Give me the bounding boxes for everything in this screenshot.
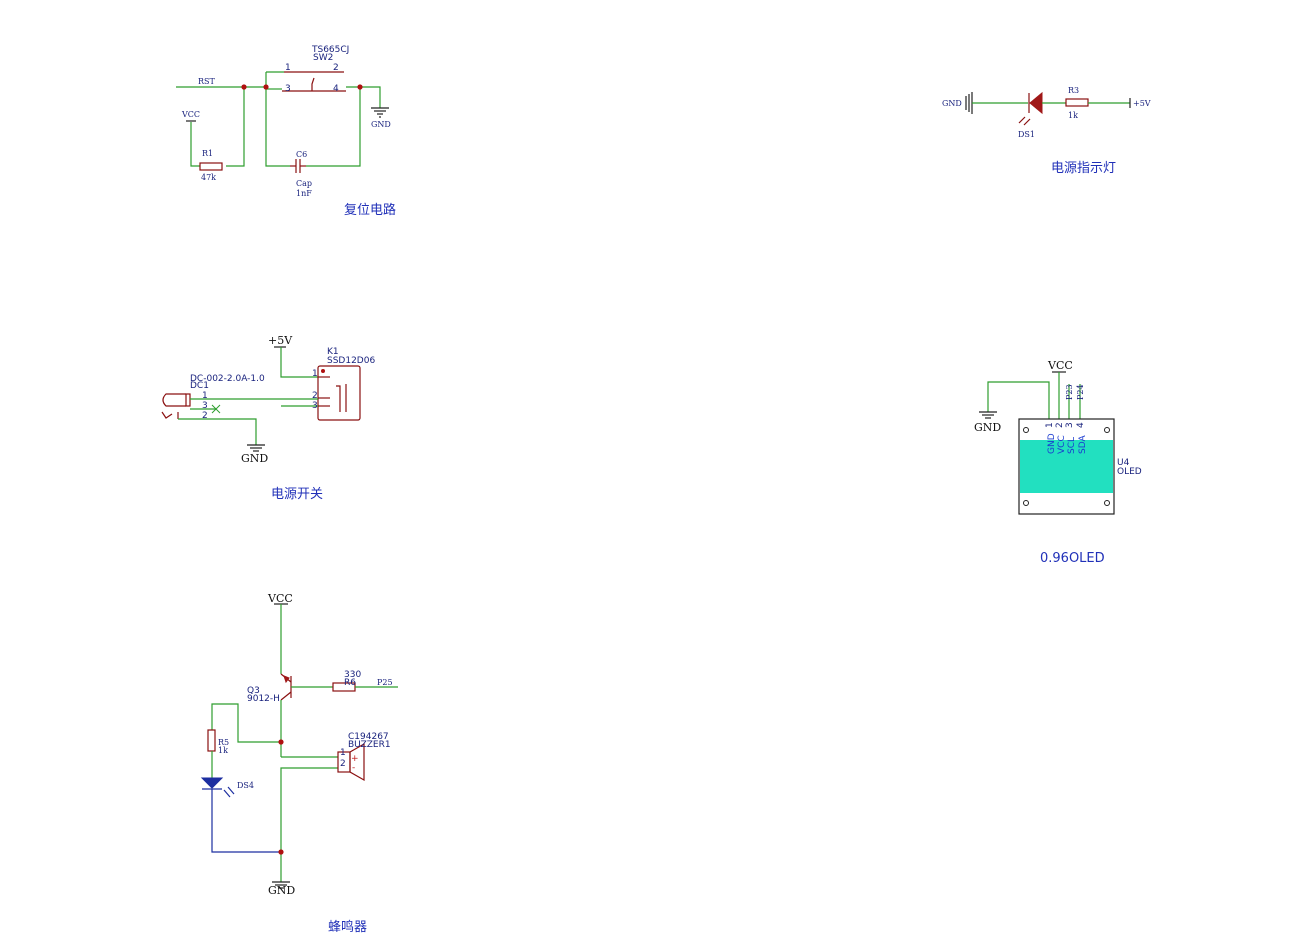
buzzer-circuit: VCC Q3 9012-H 330 R6 P25 R5 1k DS4 C1942… [200, 592, 398, 935]
buzzer1-pin-2: 2 [340, 759, 346, 769]
schematic-canvas: RST VCC R1 47k TS665CJ SW2 1 2 3 4 GND C… [161, 45, 1151, 935]
ds1-ref: DS1 [1018, 130, 1035, 139]
sw2-pin-3: 3 [285, 84, 291, 94]
5v-label: +5V [268, 334, 293, 347]
reset-title: 复位电路 [344, 202, 396, 218]
vcc-label: VCC [267, 592, 293, 605]
sw2-pin-1: 1 [285, 63, 291, 73]
k1-pin-3: 3 [312, 401, 318, 411]
c6-type: Cap [296, 179, 312, 188]
c6-ref: C6 [296, 150, 307, 159]
buzzer-title: 蜂鸣器 [328, 919, 367, 935]
led-ds4 [200, 777, 224, 789]
oled-title: 0.96OLED [1040, 551, 1105, 566]
oled-pin-3: 3 [1065, 422, 1075, 428]
vcc-label: VCC [181, 110, 200, 119]
k1-pin-1: 1 [312, 369, 318, 379]
led-ds1 [1029, 91, 1043, 115]
rst-net-label: RST [198, 77, 216, 86]
oled-pin-name-scl: SCL [1067, 437, 1077, 454]
r1-ref: R1 [202, 149, 213, 158]
oled-pin-name-vcc: VCC [1057, 435, 1067, 454]
k1-pin-2: 2 [312, 391, 318, 401]
oled-pin-name-sda: SDA [1078, 435, 1088, 454]
junction-dot [241, 84, 247, 90]
reset-circuit: RST VCC R1 47k TS665CJ SW2 1 2 3 4 GND C… [176, 45, 396, 218]
resistor-r1 [199, 162, 223, 171]
buzzer1-pin-1: 1 [340, 748, 346, 758]
5v-label: +5V [1133, 99, 1151, 108]
power-led-circuit: GND R3 1k +5V DS1 电源指示灯 [942, 86, 1151, 176]
gnd-label: GND [241, 452, 268, 465]
oled-module: VCC GND P23 P24 1 2 3 4 GND VCC SCL SDA … [974, 359, 1142, 566]
buzzer1-minus: - [352, 763, 355, 773]
p24-net-label: P24 [1076, 384, 1085, 400]
dc1-ref: DC1 [190, 381, 209, 391]
r3-ref: R3 [1068, 86, 1079, 95]
dc-jack-dc1 [185, 393, 191, 407]
k1-part: SSD12D06 [327, 356, 375, 366]
c6-value: 1nF [296, 189, 312, 198]
gnd-symbol [371, 107, 389, 118]
gnd-symbol [979, 411, 997, 419]
r5-value: 1k [218, 746, 228, 755]
switch-k1 [317, 365, 361, 421]
gnd-label: GND [942, 99, 962, 108]
oled-pin-1: 1 [1045, 422, 1055, 428]
gnd-label: GND [268, 884, 295, 897]
oled-pin-2: 2 [1055, 422, 1065, 428]
resistor-r3 [1065, 98, 1089, 107]
oled-pin-4: 4 [1076, 422, 1086, 428]
q3-part: 9012-H [247, 694, 280, 704]
dc1-pin-3: 3 [202, 401, 208, 411]
ds4-ref: DS4 [237, 781, 254, 790]
oled-pin-name-gnd: GND [1047, 433, 1057, 454]
sw2-pin-4: 4 [333, 84, 339, 94]
r6-ref: R6 [344, 678, 356, 688]
power-led-title: 电源指示灯 [1051, 161, 1116, 176]
gnd-label: GND [974, 421, 1001, 434]
u4-part: OLED [1117, 467, 1142, 477]
r1-value: 47k [201, 173, 216, 182]
gnd-symbol [247, 444, 265, 452]
p25-net-label: P25 [377, 678, 393, 687]
r3-value: 1k [1068, 111, 1078, 120]
gnd-label: GND [371, 120, 391, 129]
buzzer1-ref: BUZZER1 [348, 740, 391, 750]
p23-net-label: P23 [1065, 384, 1074, 400]
dc1-pin-2: 2 [202, 411, 208, 421]
sw2-pin-2: 2 [333, 63, 339, 73]
resistor-r5 [207, 729, 216, 752]
power-switch-title: 电源开关 [271, 487, 323, 502]
dc1-pin-1: 1 [202, 391, 208, 401]
vcc-label: VCC [1047, 359, 1073, 372]
power-switch-circuit: +5V K1 SSD12D06 DC-002-2.0A-1.0 DC1 1 3 … [161, 334, 375, 502]
sw2-ref: SW2 [313, 53, 333, 63]
